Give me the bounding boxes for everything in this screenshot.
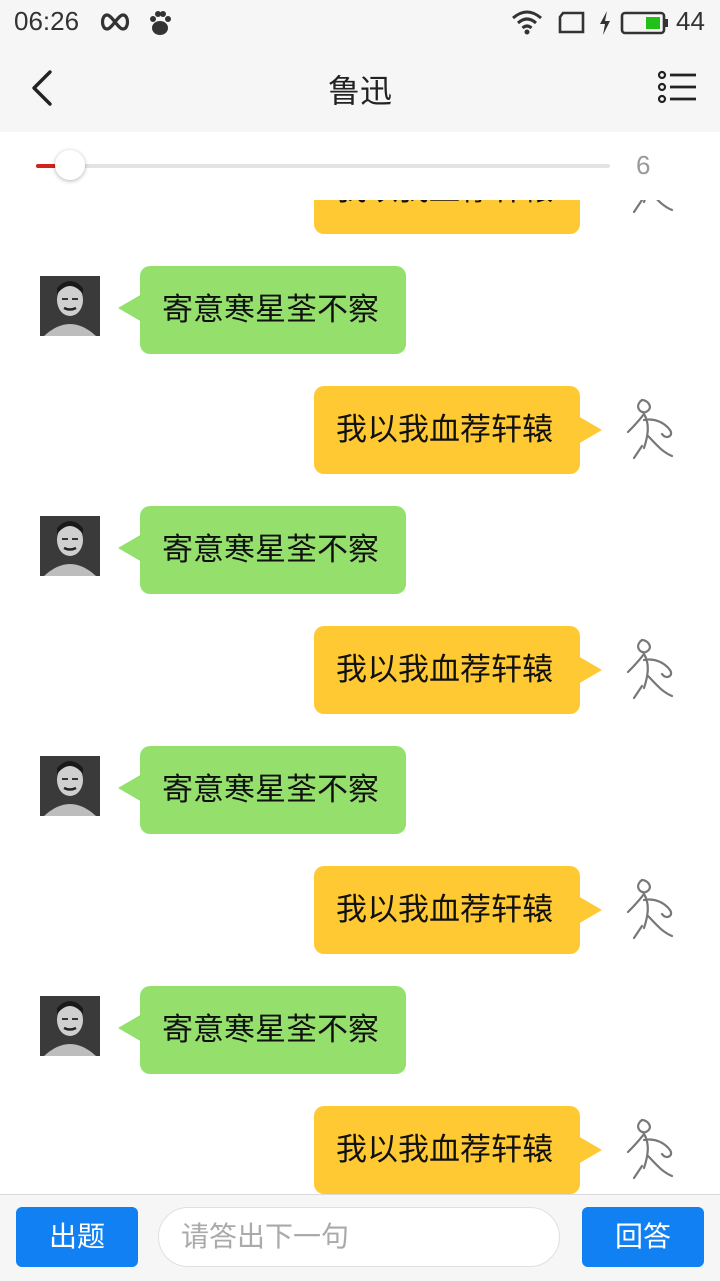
user-avatar <box>618 200 684 216</box>
bubble-tail <box>578 416 602 444</box>
user-avatar <box>618 1116 684 1182</box>
dancer-sketch-icon <box>626 1118 674 1180</box>
chat-message-left: 寄意寒星荃不察 <box>0 986 720 1082</box>
charging-icon <box>600 11 610 35</box>
chat-bubble-right: 我以我血荐轩辕 <box>314 866 580 954</box>
chat-message-left: 寄意寒星荃不察 <box>0 506 720 602</box>
list-menu-icon[interactable] <box>656 66 700 110</box>
chat-message-right: 我以我血荐轩辕 <box>0 866 720 962</box>
chat-bubble-right: 我以我血荐轩辕 <box>314 200 580 234</box>
chat-message-right: 我以我血荐轩辕 <box>0 1106 720 1194</box>
message-count: 6 <box>636 150 651 180</box>
chat-bubble-right: 我以我血荐轩辕 <box>314 626 580 714</box>
status-time: 06:26 <box>14 6 80 36</box>
chat-bubble-left: 寄意寒星荃不察 <box>140 986 406 1074</box>
bubble-tail <box>578 656 602 684</box>
sim-card-icon <box>558 11 585 34</box>
answer-button[interactable]: 回答 <box>582 1207 704 1267</box>
bubble-tail <box>118 774 142 802</box>
chat-area[interactable]: 我以我血荐轩辕 寄意寒星荃不察 我以我血荐轩辕 <box>0 200 720 1194</box>
chat-bubble-right: 我以我血荐轩辕 <box>314 1106 580 1194</box>
wifi-icon <box>512 10 542 35</box>
baidu-paw-icon <box>150 11 171 35</box>
status-bar: 06:26 44 <box>0 0 720 48</box>
bubble-tail <box>118 534 142 562</box>
page-title: 鲁迅 <box>327 72 392 110</box>
user-avatar <box>618 396 684 462</box>
lu-xun-avatar <box>40 756 100 816</box>
ask-question-button[interactable]: 出题 <box>16 1207 138 1267</box>
chat-message-right: 我以我血荐轩辕 <box>0 200 720 234</box>
answer-input[interactable]: 请答出下一句 <box>158 1207 560 1267</box>
chat-message-left: 寄意寒星荃不察 <box>0 266 720 362</box>
lu-xun-avatar <box>40 276 100 336</box>
progress-slider-row: 6 <box>0 132 720 200</box>
bubble-tail <box>578 1136 602 1164</box>
dancer-sketch-icon <box>626 878 674 940</box>
bubble-tail <box>118 294 142 322</box>
bottom-input-bar: 出题 请答出下一句 回答 <box>0 1194 720 1281</box>
bubble-tail <box>578 896 602 924</box>
user-avatar <box>618 636 684 702</box>
chat-bubble-left: 寄意寒星荃不察 <box>140 266 406 354</box>
bubble-tail <box>118 1014 142 1042</box>
chat-bubble-right: 我以我血荐轩辕 <box>314 386 580 474</box>
infinity-icon <box>100 13 130 31</box>
chat-bubble-left: 寄意寒星荃不察 <box>140 746 406 834</box>
dancer-sketch-icon <box>632 200 674 214</box>
battery-icon <box>620 11 668 35</box>
slider-track[interactable] <box>36 164 610 168</box>
chat-message-right: 我以我血荐轩辕 <box>0 626 720 722</box>
lu-xun-avatar <box>40 516 100 576</box>
dancer-sketch-icon <box>626 638 674 700</box>
slider-thumb[interactable] <box>55 150 86 180</box>
chat-bubble-left: 寄意寒星荃不察 <box>140 506 406 594</box>
battery-level: 44 <box>676 6 705 36</box>
user-avatar <box>618 876 684 942</box>
chat-message-left: 寄意寒星荃不察 <box>0 746 720 842</box>
chat-message-right: 我以我血荐轩辕 <box>0 386 720 482</box>
lu-xun-avatar <box>40 996 100 1056</box>
dancer-sketch-icon <box>626 398 674 460</box>
title-bar: 鲁迅 <box>0 48 720 132</box>
